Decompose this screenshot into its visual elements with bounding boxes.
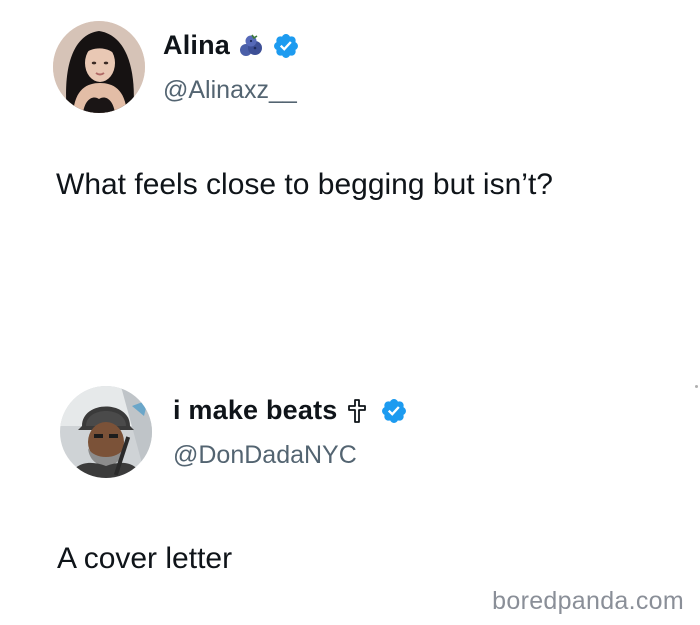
- tweet-text: What feels close to begging but isn’t?: [56, 168, 553, 201]
- tweet-reply: i make beats @DonDadaNYC A cover letter: [0, 370, 700, 590]
- blueberries-icon: [238, 33, 264, 59]
- watermark: boredpanda.com: [492, 587, 684, 615]
- author-handle[interactable]: @DonDadaNYC: [173, 441, 357, 470]
- display-name[interactable]: Alina: [163, 30, 230, 61]
- author-row: Alina: [163, 30, 300, 61]
- verified-badge-icon: [272, 32, 300, 60]
- author-handle[interactable]: @Alinaxz__: [163, 76, 297, 105]
- verified-badge-icon: [380, 397, 408, 425]
- display-name[interactable]: i make beats: [173, 395, 338, 426]
- avatar[interactable]: [53, 21, 145, 113]
- avatar[interactable]: [60, 386, 152, 478]
- tweet-text: A cover letter: [57, 542, 233, 575]
- author-row: i make beats: [173, 395, 408, 426]
- latin-cross-icon: [346, 398, 372, 424]
- artifact-dot: [695, 385, 698, 388]
- tweet-original: Alina @Alinaxz__ What feels close to beg…: [0, 0, 700, 330]
